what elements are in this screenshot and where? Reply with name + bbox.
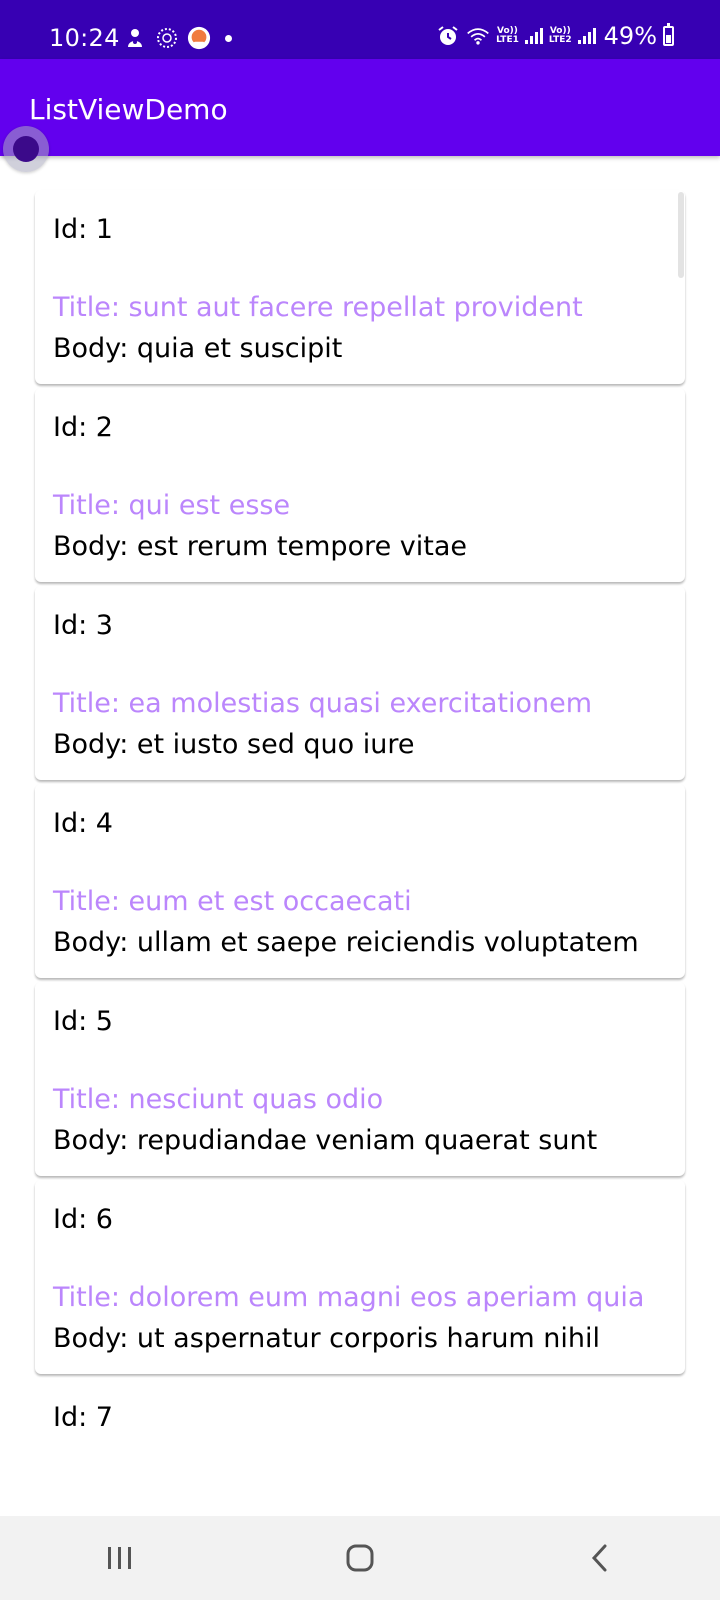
scrollbar[interactable] bbox=[678, 192, 684, 278]
notification-app-icon bbox=[187, 26, 211, 50]
home-icon bbox=[346, 1544, 374, 1572]
network-2-label: Vo)) LTE2 bbox=[549, 27, 572, 45]
wifi-icon bbox=[466, 24, 490, 48]
post-title: Title: eum et est occaecati bbox=[53, 886, 412, 917]
floating-bubble[interactable] bbox=[3, 126, 49, 172]
alarm-icon bbox=[436, 24, 460, 48]
more-notifications-dot bbox=[225, 34, 232, 42]
post-id: Id: 2 bbox=[53, 412, 113, 443]
network-1-label: Vo)) LTE1 bbox=[496, 27, 519, 45]
battery-percent: 49% bbox=[603, 22, 657, 50]
status-right-icons: Vo)) LTE1 Vo)) LTE2 49% bbox=[436, 22, 674, 50]
back-icon bbox=[591, 1544, 607, 1572]
post-id: Id: 4 bbox=[53, 808, 113, 839]
post-body: Body: ullam et saepe reiciendis voluptat… bbox=[53, 927, 639, 958]
post-id: Id: 3 bbox=[53, 610, 113, 641]
signal-icon bbox=[577, 28, 596, 44]
signal-icon bbox=[524, 28, 543, 44]
home-button[interactable] bbox=[330, 1528, 390, 1588]
post-body: Body: est rerum tempore vitae bbox=[53, 531, 468, 562]
post-id: Id: 1 bbox=[53, 214, 113, 245]
status-bar: 10:24 Vo)) LTE1 Vo)) LTE2 49% bbox=[0, 0, 720, 59]
back-button[interactable] bbox=[570, 1528, 630, 1588]
list-item[interactable]: Id: 4 Title: eum et est occaecati Body: … bbox=[35, 784, 685, 978]
notification-icons bbox=[123, 26, 232, 50]
recent-apps-icon bbox=[108, 1547, 131, 1569]
usb-debug-icon bbox=[123, 26, 147, 50]
recent-apps-button[interactable] bbox=[90, 1528, 150, 1588]
sync-icon bbox=[155, 26, 179, 50]
post-title: Title: qui est esse bbox=[53, 490, 291, 521]
post-body: Body: repudiandae veniam quaerat sunt bbox=[53, 1125, 598, 1156]
list-item[interactable]: Id: 2 Title: qui est esse Body: est reru… bbox=[35, 388, 685, 582]
post-title: Title: dolorem eum magni eos aperiam qui… bbox=[53, 1282, 645, 1313]
battery-charging-icon bbox=[663, 23, 674, 46]
app-title: ListViewDemo bbox=[29, 93, 228, 126]
post-id: Id: 6 bbox=[53, 1204, 113, 1235]
post-body: Body: quia et suscipit bbox=[53, 333, 343, 364]
list-item[interactable]: Id: 3 Title: ea molestias quasi exercita… bbox=[35, 586, 685, 780]
bubble-icon bbox=[13, 136, 39, 162]
post-body: Body: ut aspernatur corporis harum nihil bbox=[53, 1323, 601, 1354]
post-id: Id: 5 bbox=[53, 1006, 113, 1037]
status-time: 10:24 bbox=[49, 24, 120, 52]
list-item[interactable]: Id: 6 Title: dolorem eum magni eos aperi… bbox=[35, 1180, 685, 1374]
navigation-bar bbox=[0, 1516, 720, 1600]
post-title: Title: ea molestias quasi exercitationem bbox=[53, 688, 593, 719]
list-item[interactable]: Id: 1 Title: sunt aut facere repellat pr… bbox=[35, 190, 685, 384]
post-title: Title: sunt aut facere repellat providen… bbox=[53, 292, 583, 323]
posts-list[interactable]: Id: 1 Title: sunt aut facere repellat pr… bbox=[35, 190, 685, 1482]
net2-bottom: LTE2 bbox=[548, 35, 572, 45]
app-bar: ListViewDemo bbox=[0, 59, 720, 156]
net1-bottom: LTE1 bbox=[496, 35, 519, 45]
list-item[interactable]: Id: 7 bbox=[35, 1378, 685, 1478]
post-title: Title: nesciunt quas odio bbox=[53, 1084, 384, 1115]
post-id: Id: 7 bbox=[53, 1402, 113, 1433]
post-body: Body: et iusto sed quo iure bbox=[53, 729, 415, 760]
list-item[interactable]: Id: 5 Title: nesciunt quas odio Body: re… bbox=[35, 982, 685, 1176]
